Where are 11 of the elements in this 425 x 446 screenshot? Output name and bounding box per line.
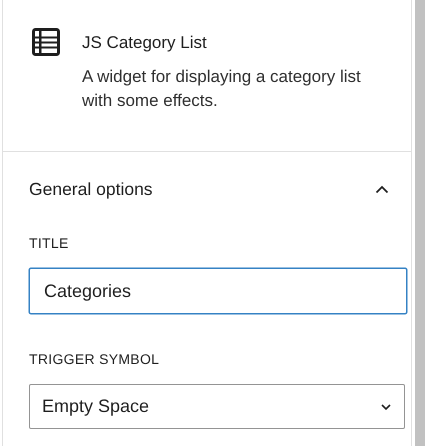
panel-toggle[interactable]: General options xyxy=(3,152,411,218)
select-field[interactable]: Empty Space xyxy=(29,384,405,429)
list-icon xyxy=(32,28,60,56)
block-title: JS Category List xyxy=(82,33,208,53)
scrollbar[interactable] xyxy=(415,0,425,446)
chevron-icon xyxy=(375,185,389,194)
field-label: TRIGGER SYMBOL xyxy=(29,351,160,367)
title-input[interactable]: Categories xyxy=(29,268,407,314)
caret-icon xyxy=(380,402,392,410)
block-description: A widget for displaying a category list with some effects. xyxy=(82,66,362,112)
field-label: TITLE xyxy=(29,235,70,251)
